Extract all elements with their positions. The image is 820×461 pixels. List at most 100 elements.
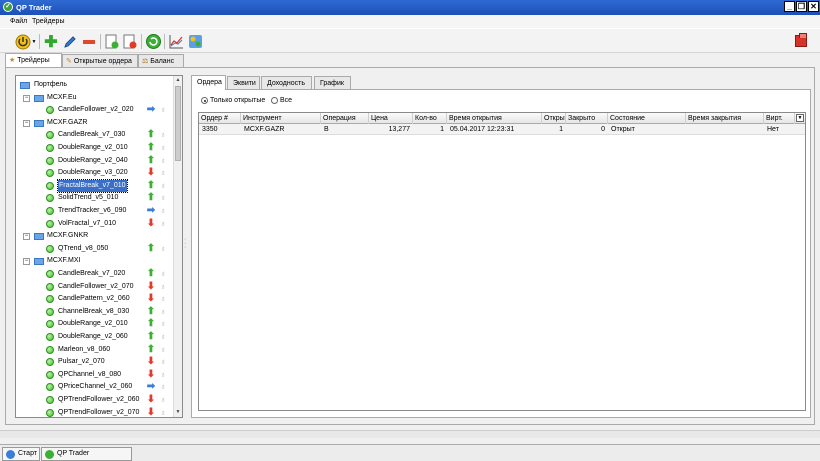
lightbulb-icon[interactable]: ♁: [160, 307, 167, 317]
tree-item-trader[interactable]: QPTrendFollower_v2_070 ⬇ ♁: [16, 407, 174, 417]
refresh-button[interactable]: [144, 33, 162, 50]
tree-item-trader[interactable]: SolidTrend_v5_010 ⬆ ♁: [16, 192, 174, 204]
settings-button[interactable]: [186, 33, 204, 50]
lightbulb-icon[interactable]: ♁: [160, 168, 167, 178]
tree-item-trader[interactable]: Pulsar_v2_070 ⬇ ♁: [16, 356, 174, 368]
collapse-icon[interactable]: −: [23, 233, 30, 241]
column-header[interactable]: Состояние: [608, 113, 686, 124]
close-button[interactable]: ✕: [808, 1, 819, 12]
tab-traders[interactable]: ★ Трейдеры: [5, 53, 62, 67]
menu-traders[interactable]: Трейдеры: [32, 18, 64, 25]
menu-file[interactable]: Файл: [10, 18, 27, 25]
minimize-button[interactable]: _: [784, 1, 795, 12]
tab-profitability[interactable]: Доходность: [261, 76, 312, 90]
column-header[interactable]: Вирт.: [764, 113, 795, 124]
column-header[interactable]: Время закрытия: [686, 113, 764, 124]
tree-item-trader[interactable]: VolFractal_v7_010 ⬇ ♁: [16, 218, 174, 230]
lightbulb-icon[interactable]: ♁: [160, 105, 167, 115]
collapse-icon[interactable]: −: [23, 258, 30, 266]
filter-all-radio[interactable]: Все: [269, 97, 292, 104]
column-header[interactable]: Операция: [321, 113, 369, 124]
lightbulb-icon[interactable]: ♁: [160, 294, 167, 304]
collapse-icon[interactable]: −: [23, 119, 30, 127]
edit-button[interactable]: [61, 33, 79, 50]
power-icon: [15, 34, 31, 49]
signal-up-icon: ⬆: [146, 192, 156, 204]
tree-item-trader[interactable]: CandleFollower_v2_070 ⬇ ♁: [16, 281, 174, 293]
new-document-button[interactable]: [103, 33, 121, 50]
lightbulb-icon[interactable]: ♁: [160, 319, 167, 329]
start-button[interactable]: Старт: [2, 447, 40, 461]
tab-balance[interactable]: ⚖ Баланс: [138, 54, 184, 67]
lightbulb-icon[interactable]: ♁: [160, 395, 167, 405]
scroll-down-icon[interactable]: ▼: [174, 408, 182, 417]
lightbulb-icon[interactable]: ♁: [160, 143, 167, 153]
restore-button[interactable]: ❐: [796, 1, 807, 12]
power-dropdown-icon[interactable]: ▼: [31, 33, 37, 50]
scroll-up-icon[interactable]: ▲: [174, 76, 182, 85]
lightbulb-icon[interactable]: ♁: [160, 357, 167, 367]
lightbulb-icon[interactable]: ♁: [160, 408, 167, 417]
lightbulb-icon[interactable]: ♁: [160, 332, 167, 342]
tree-item-trader[interactable]: CandleBreak_v7_030 ⬆ ♁: [16, 129, 174, 141]
tree-item-trader[interactable]: QPTrendFollower_v2_060 ⬇ ♁: [16, 394, 174, 406]
status-ok-icon: [46, 106, 54, 115]
briefcase-icon[interactable]: [795, 33, 807, 47]
tree-item-trader[interactable]: DoubleRange_v2_010 ⬆ ♁: [16, 318, 174, 330]
tab-equity[interactable]: Эквити: [227, 76, 260, 90]
delete-document-button[interactable]: [121, 33, 139, 50]
tree-item-trader[interactable]: DoubleRange_v3_020 ⬇ ♁: [16, 167, 174, 179]
lightbulb-icon[interactable]: ♁: [160, 130, 167, 140]
column-header[interactable]: Время открытия: [447, 113, 542, 124]
column-header[interactable]: Закрыто: [566, 113, 608, 124]
tree-item-trader[interactable]: Marleon_v8_060 ⬆ ♁: [16, 344, 174, 356]
tree-item-trader[interactable]: QTrend_v8_050 ⬆ ♁: [16, 243, 174, 255]
status-ok-icon: [46, 270, 54, 278]
chart-button[interactable]: [167, 33, 185, 50]
column-header[interactable]: Ордер #: [199, 113, 241, 124]
tab-chart[interactable]: График: [314, 76, 351, 90]
tree-item-trader[interactable]: QPriceChannel_v2_060 ➡ ♁: [16, 381, 174, 393]
power-button[interactable]: [14, 33, 32, 50]
filter-open-only-radio[interactable]: Только открытые: [199, 97, 265, 104]
lightbulb-icon[interactable]: ♁: [160, 269, 167, 279]
column-header[interactable]: Открыто: [542, 113, 566, 124]
collapse-icon[interactable]: −: [23, 94, 30, 102]
remove-button[interactable]: [80, 33, 98, 50]
tree-scrollbar[interactable]: ▲ ▼: [173, 76, 182, 417]
tree-item-trader[interactable]: DoubleRange_v2_010 ⬆ ♁: [16, 142, 174, 154]
tree-item-trader[interactable]: CandleBreak_v7_020 ⬆ ♁: [16, 268, 174, 280]
lightbulb-icon[interactable]: ♁: [160, 156, 167, 166]
tree-item-trader[interactable]: TrendTracker_v6_090 ➡ ♁: [16, 205, 174, 217]
lightbulb-icon[interactable]: ♁: [160, 219, 167, 229]
lightbulb-icon[interactable]: ♁: [160, 193, 167, 203]
tree-item-trader[interactable]: FractalBreak_v7_010 ⬆ ♁: [16, 178, 174, 193]
lightbulb-icon[interactable]: ♁: [160, 206, 167, 216]
column-header[interactable]: Цена: [369, 113, 413, 124]
lightbulb-icon[interactable]: ♁: [160, 244, 167, 254]
radio-unchecked-icon: [271, 97, 278, 104]
signal-down-icon: ⬇: [146, 280, 156, 292]
tab-open-orders[interactable]: ✎ Открытые ордера: [62, 54, 138, 67]
add-button[interactable]: ✚: [42, 33, 60, 51]
lightbulb-icon[interactable]: ♁: [160, 181, 167, 191]
tree-item-trader[interactable]: CandlePattern_v2_060 ⬇ ♁: [16, 293, 174, 305]
lightbulb-icon[interactable]: ♁: [160, 382, 167, 392]
lightbulb-icon[interactable]: ♁: [160, 370, 167, 380]
lightbulb-icon[interactable]: ♁: [160, 345, 167, 355]
signal-down-icon: ⬇: [146, 217, 156, 229]
table-row[interactable]: 3350 MCXF.GAZR B 13,277 1 05.04.2017 12:23:31…: [199, 124, 805, 135]
tree-item-trader[interactable]: ChannelBreak_v8_030 ⬆ ♁: [16, 306, 174, 318]
lightbulb-icon[interactable]: ♁: [160, 282, 167, 292]
tree-item-trader[interactable]: QPChannel_v8_080 ⬇ ♁: [16, 369, 174, 381]
tab-orders[interactable]: Ордера: [191, 75, 226, 90]
panel-splitter[interactable]: · · ·: [184, 236, 188, 251]
scroll-thumb[interactable]: [175, 86, 181, 161]
tree-item-trader[interactable]: CandleFollower_v2_020 ➡ ♁: [16, 104, 174, 116]
tree-item-trader[interactable]: DoubleRange_v2_040 ⬆ ♁: [16, 155, 174, 167]
column-menu-icon[interactable]: ▼: [796, 114, 804, 122]
taskbar-qp-trader[interactable]: QP Trader: [41, 447, 132, 461]
column-header[interactable]: Кол-во: [413, 113, 447, 124]
column-header[interactable]: Инструмент: [241, 113, 321, 124]
tree-item-trader[interactable]: DoubleRange_v2_060 ⬆ ♁: [16, 331, 174, 343]
